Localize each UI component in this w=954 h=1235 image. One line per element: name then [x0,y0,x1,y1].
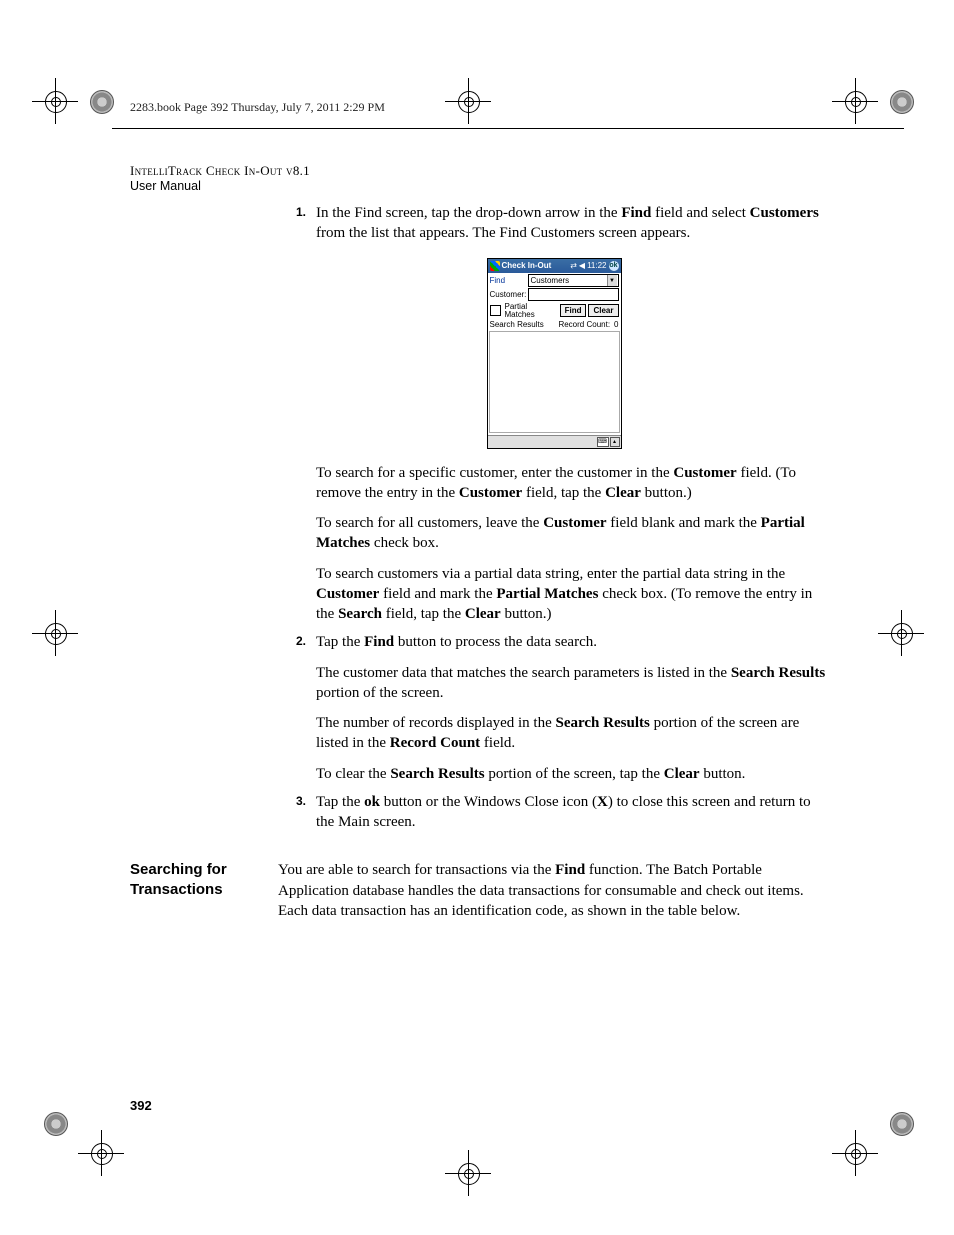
step-number: 2. [278,632,306,652]
ok-button[interactable]: ok [609,261,619,271]
find-label: Find [490,277,528,285]
page-number: 392 [130,1098,152,1113]
step-body: Tap the Find button to process the data … [316,632,830,652]
device-body: Find Customers Customer: Partial Matches… [488,273,621,435]
para-search-results: The customer data that matches the searc… [316,663,830,704]
find-select[interactable]: Customers [528,274,619,287]
device-title: Check In-Out [502,262,552,270]
para-clear-results: To clear the Search Results portion of t… [316,764,830,784]
find-button[interactable]: Find [560,304,587,317]
record-count-value: 0 [614,321,618,329]
section-searching-transactions: Searching for Transactions You are able … [130,860,830,921]
para-all-customers: To search for all customers, leave the C… [316,513,830,554]
clear-button[interactable]: Clear [588,304,618,317]
regmark-bot-center-target [445,1150,491,1196]
partial-matches-label: Partial Matches [505,303,558,319]
title-line-2: User Manual [130,179,830,193]
partial-matches-checkbox[interactable] [490,305,501,316]
step-3: 3. Tap the ok button or the Windows Clos… [278,792,830,833]
section-heading: Searching for Transactions [130,860,278,921]
para-specific-customer: To search for a specific customer, enter… [316,463,830,504]
regmark-top-left-target [32,78,78,124]
regmark-mid-right-target [878,610,924,656]
main-content: 1. In the Find screen, tap the drop-down… [130,203,830,921]
regmark-bot-left-target [78,1130,124,1176]
step-body: In the Find screen, tap the drop-down ar… [316,203,830,244]
device-bottombar: ⌨ ▴ [488,435,621,448]
book-header: 2283.book Page 392 Thursday, July 7, 201… [130,100,830,115]
regmark-top-right-sphere [878,78,924,124]
para-record-count: The number of records displayed in the S… [316,713,830,754]
keyboard-icon[interactable]: ⌨ [597,437,609,447]
device-titlebar: Check In-Out ⇄ ◀ 11:22 ok [488,259,621,273]
windows-flag-icon [490,261,500,271]
signal-icon: ⇄ [570,262,577,270]
page-content: 2283.book Page 392 Thursday, July 7, 201… [130,100,830,921]
regmark-top-left-sphere [78,78,124,124]
section-body: You are able to search for transactions … [278,860,830,921]
step-1: 1. In the Find screen, tap the drop-down… [278,203,830,244]
volume-icon: ◀ [579,262,585,270]
regmark-bot-left-sphere [32,1100,78,1146]
regmark-bot-right-target [832,1130,878,1176]
search-results-label: Search Results [490,321,544,329]
step-number: 1. [278,203,306,244]
running-title: IntelliTrack Check In-Out v8.1 User Manu… [130,163,830,193]
record-count-label: Record Count: [558,321,610,329]
results-list[interactable] [489,331,620,433]
regmark-bot-right-sphere [878,1100,924,1146]
regmark-mid-left-target [32,610,78,656]
step-body: Tap the ok button or the Windows Close i… [316,792,830,833]
menu-up-icon[interactable]: ▴ [610,437,620,447]
device-screenshot: Check In-Out ⇄ ◀ 11:22 ok Find Customers [487,258,622,449]
step-2: 2. Tap the Find button to process the da… [278,632,830,652]
customer-input[interactable] [528,288,619,301]
regmark-top-right-target [832,78,878,124]
find-select-value: Customers [531,277,570,285]
device-status: ⇄ ◀ 11:22 ok [570,261,618,271]
step-number: 3. [278,792,306,833]
customer-label: Customer: [490,291,528,299]
para-partial-string: To search customers via a partial data s… [316,564,830,625]
device-time: 11:22 [587,262,606,270]
title-line-1: IntelliTrack Check In-Out v8.1 [130,163,830,179]
